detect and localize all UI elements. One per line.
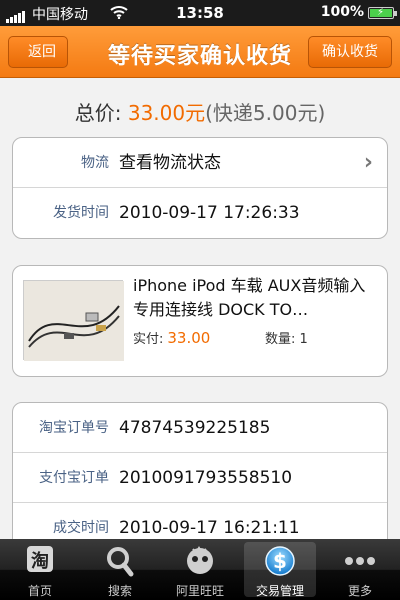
tab-search-label: 搜索: [107, 584, 132, 598]
taobao-order-value: 47874539225185: [119, 418, 271, 438]
battery-icon: ⚡: [368, 7, 397, 19]
tab-home[interactable]: 淘 首页: [0, 539, 80, 600]
total-amount: 33.00元: [127, 101, 206, 125]
svg-text:$: $: [273, 549, 287, 573]
price-label: 实付:: [133, 332, 164, 347]
chevron-right-icon: ›: [363, 150, 373, 175]
alipay-order-label: 支付宝订单: [39, 470, 109, 486]
tab-search[interactable]: 搜索: [80, 539, 160, 600]
logistics-value: 查看物流状态: [119, 153, 221, 173]
tab-trade-management[interactable]: $ 交易管理: [240, 539, 320, 600]
taobao-order-label: 淘宝订单号: [39, 420, 109, 436]
wangwang-icon: [180, 544, 220, 580]
ship-time-value: 2010-09-17 17:26:33: [119, 203, 300, 223]
tab-wangwang[interactable]: 阿里旺旺: [160, 539, 240, 600]
price-amount: 33.00: [167, 329, 211, 347]
product-quantity: 数量: 1: [265, 328, 308, 347]
logistics-row[interactable]: 物流 查看物流状态 ›: [13, 138, 387, 188]
total-label: 总价:: [74, 101, 128, 125]
product-title: iPhone iPod 车载 AUX音频输入专用连接线 DOCK TO…: [133, 276, 366, 319]
logistics-group: 物流 查看物流状态 › 发货时间 2010-09-17 17:26:33: [12, 137, 388, 239]
taobao-order-row: 淘宝订单号 47874539225185: [13, 403, 387, 453]
taobao-icon: 淘: [20, 544, 60, 580]
tab-bar: 淘 首页 搜索 阿里旺旺 $ 交易管理 更多: [0, 539, 400, 600]
logistics-label: 物流: [81, 155, 109, 171]
shipping-fee: (快递5.00元): [205, 101, 326, 125]
quantity-value: 1: [299, 332, 308, 347]
order-info-group: 淘宝订单号 47874539225185 支付宝订单 2010091793558…: [12, 402, 388, 539]
product-price: 实付: 33.00: [133, 328, 210, 347]
more-icon: [340, 544, 380, 580]
ship-time-row: 发货时间 2010-09-17 17:26:33: [13, 188, 387, 238]
battery-percent: 100%: [320, 4, 364, 20]
tab-home-label: 首页: [27, 584, 52, 598]
tab-wangwang-label: 阿里旺旺: [175, 584, 224, 598]
dollar-icon: $: [260, 544, 300, 580]
product-card[interactable]: iPhone iPod 车载 AUX音频输入专用连接线 DOCK TO… 实付:…: [12, 265, 388, 377]
tab-more[interactable]: 更多: [320, 539, 400, 600]
deal-time-value: 2010-09-17 16:21:11: [119, 518, 300, 538]
search-icon: [100, 544, 140, 580]
tab-trade-management-label: 交易管理: [255, 584, 304, 598]
deal-time-row: 成交时间 2010-09-17 16:21:11: [13, 503, 387, 539]
alipay-order-value: 2010091793558510: [119, 468, 293, 488]
order-detail[interactable]: 总价: 33.00元(快递5.00元) 物流 查看物流状态 › 发货时间 201…: [0, 79, 400, 539]
alipay-order-row: 支付宝订单 2010091793558510: [13, 453, 387, 503]
nav-bar: 返回 等待买家确认收货 确认收货: [0, 26, 400, 78]
tab-more-label: 更多: [347, 584, 372, 598]
status-bar: 中国移动 13:58 100% ⚡: [0, 0, 400, 26]
quantity-label: 数量:: [265, 332, 300, 347]
total-price: 总价: 33.00元(快递5.00元): [0, 97, 400, 126]
svg-text:淘: 淘: [31, 550, 49, 572]
product-image: [23, 280, 124, 361]
deal-time-label: 成交时间: [53, 520, 109, 536]
ship-time-label: 发货时间: [53, 205, 109, 221]
confirm-receipt-button[interactable]: 确认收货: [308, 36, 392, 68]
